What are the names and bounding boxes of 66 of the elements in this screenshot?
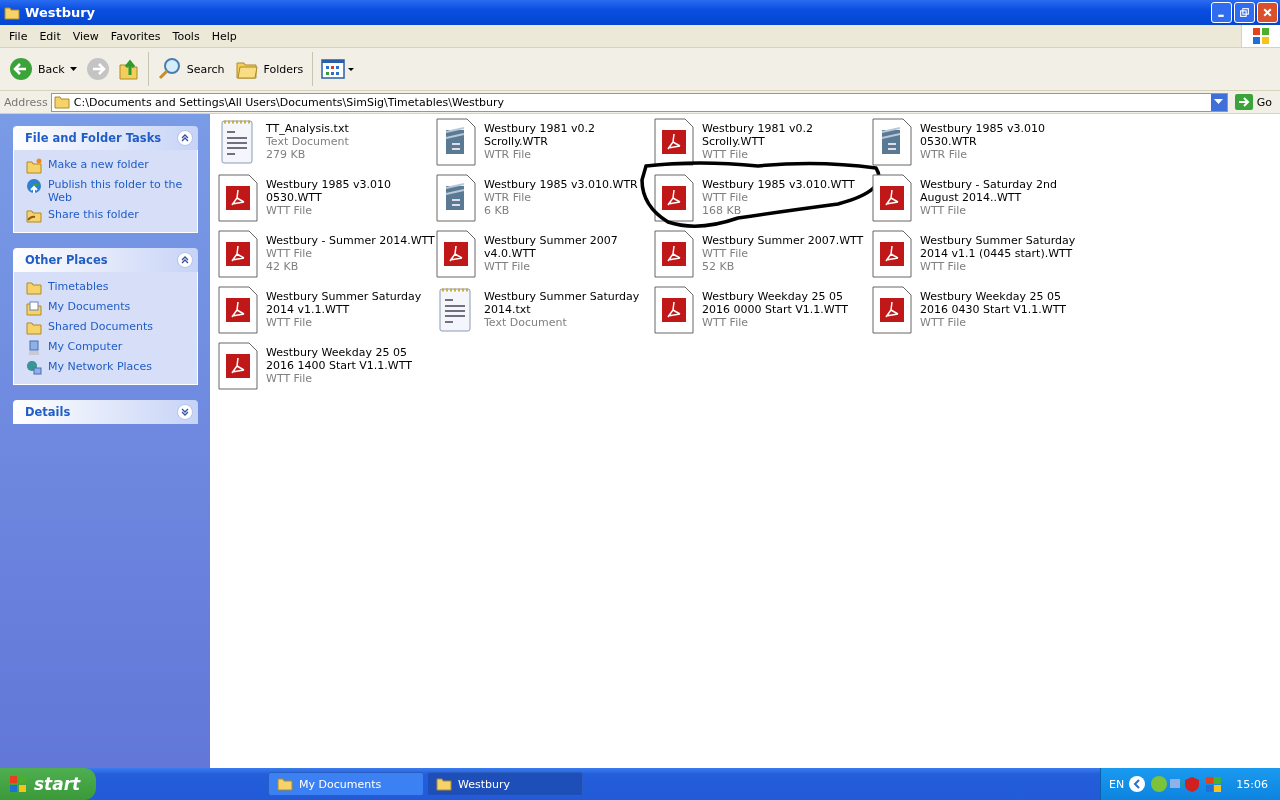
file-type: WTT File: [484, 260, 532, 273]
panel-header[interactable]: File and Folder Tasks: [13, 126, 198, 150]
file-type: WTR File: [484, 148, 533, 161]
task-link[interactable]: Timetables: [48, 280, 109, 293]
file-name[interactable]: Westbury Summer Saturday 2014 v1.1 (0445 start).WTT: [920, 234, 1090, 260]
file-name[interactable]: TT_Analysis.txt: [266, 122, 436, 135]
task-link[interactable]: My Computer: [48, 340, 123, 353]
file-name[interactable]: Westbury 1981 v0.2 Scrolly.WTT: [702, 122, 872, 148]
back-button[interactable]: Back: [6, 55, 80, 83]
file-type: WTT File: [920, 316, 968, 329]
file-name[interactable]: Westbury 1985 v3.010.WTR: [484, 178, 654, 191]
file-name[interactable]: Westbury Weekday 25 05 2016 1400 Start V1.1.WTT: [266, 346, 436, 372]
task-link[interactable]: Shared Documents: [48, 320, 153, 333]
file-type: Text Document: [266, 135, 350, 148]
window-title: Westbury: [25, 5, 97, 20]
task-link[interactable]: Share this folder: [48, 208, 139, 221]
search-button[interactable]: Search: [154, 55, 228, 83]
file-size: 168 KB: [702, 204, 743, 217]
address-field[interactable]: C:\Documents and Settings\All Users\Documents\SimSig\Timetables\Westbury: [50, 92, 1228, 112]
file-name[interactable]: Westbury Summer 2007.WTT: [702, 234, 872, 247]
panel-header[interactable]: Details: [13, 400, 198, 424]
task-link[interactable]: My Network Places: [48, 360, 152, 373]
file-size: 52 KB: [702, 260, 736, 273]
clock: 15:06: [1236, 777, 1268, 791]
task-link[interactable]: Publish this folder to the Web: [48, 178, 189, 204]
task-link[interactable]: My Documents: [48, 300, 131, 313]
address-label: Address: [4, 95, 48, 109]
file-size: 6 KB: [484, 204, 511, 217]
file-name[interactable]: Westbury 1985 v3.010.WTT: [702, 178, 872, 191]
taskbar-button[interactable]: My Documents: [268, 772, 424, 796]
file-type: WTT File: [702, 191, 750, 204]
file-type: WTR File: [484, 191, 533, 204]
file-name[interactable]: Westbury 1985 v3.010 0530.WTT: [266, 178, 436, 204]
file-type: WTT File: [266, 247, 314, 260]
panel-header[interactable]: Other Places: [13, 248, 198, 272]
go-button[interactable]: Go: [1230, 94, 1276, 110]
file-name[interactable]: Westbury Summer Saturday 2014.txt: [484, 290, 654, 316]
task-link[interactable]: Make a new folder: [48, 158, 149, 171]
folders-button[interactable]: Folders: [231, 56, 307, 82]
file-name[interactable]: Westbury 1985 v3.010 0530.WTR: [920, 122, 1090, 148]
menu-item[interactable]: Edit: [33, 29, 67, 43]
file-name[interactable]: Westbury Weekday 25 05 2016 0000 Start V1.1.WTT: [702, 290, 872, 316]
file-name[interactable]: Westbury 1981 v0.2 Scrolly.WTR: [484, 122, 654, 148]
file-size: 279 KB: [266, 148, 307, 161]
file-type: Text Document: [484, 316, 568, 329]
file-size: 42 KB: [266, 260, 300, 273]
file-type: WTT File: [702, 247, 750, 260]
menu-item[interactable]: Tools: [166, 29, 206, 43]
file-type: WTT File: [266, 204, 314, 217]
menu-item[interactable]: File: [3, 29, 34, 43]
file-type: WTT File: [266, 316, 314, 329]
file-name[interactable]: Westbury Summer 2007 v4.0.WTT: [484, 234, 654, 260]
file-name[interactable]: Westbury - Summer 2014.WTT: [266, 234, 436, 247]
taskbar-button[interactable]: Westbury: [427, 772, 583, 796]
file-name[interactable]: Westbury Summer Saturday 2014 v1.1.WTT: [266, 290, 436, 316]
file-type: WTT File: [920, 260, 968, 273]
file-type: WTT File: [702, 148, 750, 161]
file-type: WTT File: [702, 316, 750, 329]
file-name[interactable]: Westbury Weekday 25 05 2016 0430 Start V1.1.WTT: [920, 290, 1090, 316]
file-type: WTR File: [920, 148, 969, 161]
file-type: WTT File: [920, 204, 968, 217]
menu-item[interactable]: Help: [205, 29, 243, 43]
file-name[interactable]: Westbury - Saturday 2nd August 2014..WTT: [920, 178, 1090, 204]
menu-item[interactable]: View: [66, 29, 105, 43]
menu-item[interactable]: Favorites: [104, 29, 167, 43]
file-type: WTT File: [266, 372, 314, 385]
